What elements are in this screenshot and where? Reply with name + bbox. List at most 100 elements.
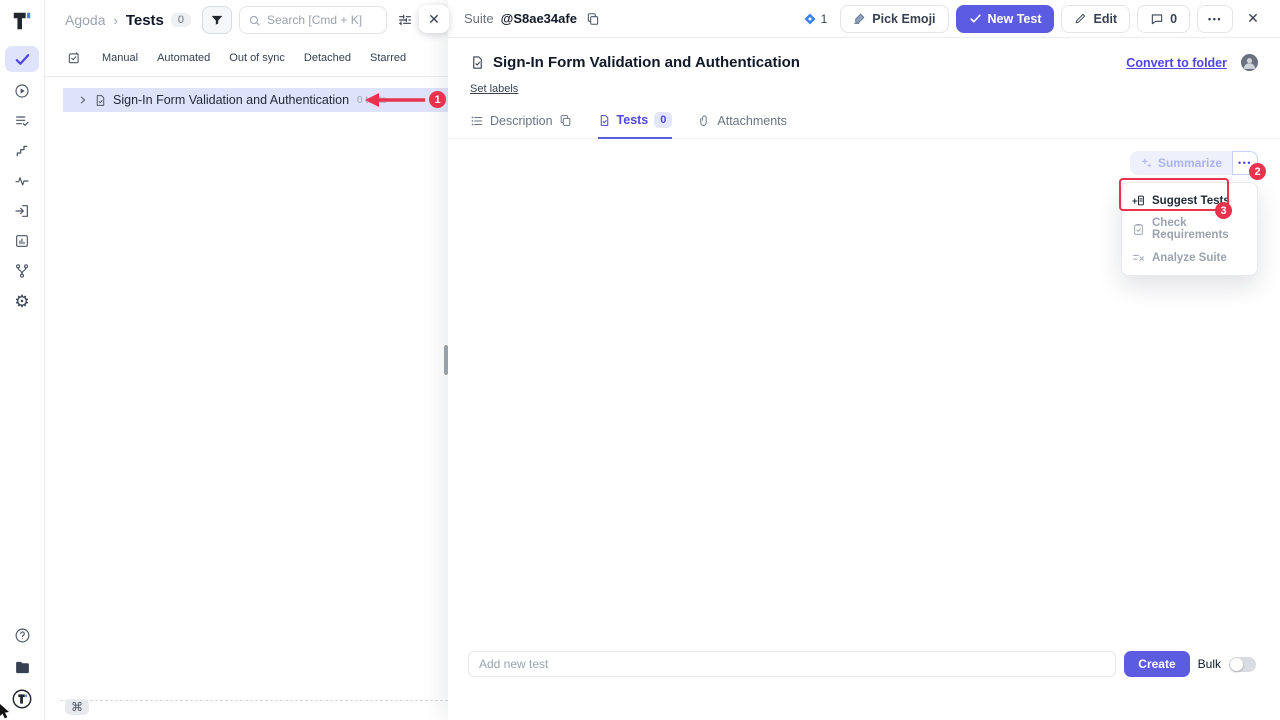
drawer-footer: Create Bulk bbox=[468, 651, 1256, 677]
mouse-cursor bbox=[0, 704, 12, 720]
bulk-label: Bulk bbox=[1198, 657, 1221, 671]
filter-starred[interactable]: Starred bbox=[370, 52, 406, 64]
tab-description-label: Description bbox=[490, 114, 553, 128]
doc-icon bbox=[598, 114, 611, 127]
tab-tests[interactable]: Tests 0 bbox=[598, 112, 673, 139]
suite-title-row: Sign-In Form Validation and Authenticati… bbox=[448, 38, 1280, 71]
left-rail: ⚙ bbox=[0, 0, 45, 720]
rail-steps-icon[interactable] bbox=[7, 140, 37, 162]
suite-id: @S8ae34afe bbox=[501, 11, 577, 26]
sparkles-icon bbox=[1140, 157, 1153, 170]
filter-detached[interactable]: Detached bbox=[304, 52, 351, 64]
breadcrumb-project[interactable]: Agoda bbox=[65, 12, 105, 28]
convert-to-folder-link[interactable]: Convert to folder bbox=[1126, 56, 1227, 70]
rail-import-icon[interactable] bbox=[7, 200, 37, 222]
annotation-badge-2: 2 bbox=[1249, 163, 1266, 180]
filter-button[interactable] bbox=[202, 6, 232, 34]
rail-branches-icon[interactable] bbox=[7, 260, 37, 282]
add-new-test-input[interactable] bbox=[468, 651, 1116, 677]
clipboard-check-icon bbox=[1132, 223, 1145, 236]
search-icon bbox=[248, 14, 261, 27]
search-input[interactable] bbox=[267, 13, 378, 27]
pencil-icon bbox=[1074, 12, 1087, 25]
rail-reports-icon[interactable] bbox=[7, 230, 37, 252]
command-key-badge: ⌘ bbox=[65, 699, 89, 715]
toggle-knob bbox=[1230, 658, 1243, 671]
menu-analyze-label: Analyze Suite bbox=[1152, 252, 1227, 264]
menu-item-analyze-suite[interactable]: Analyze Suite bbox=[1122, 246, 1257, 269]
tab-attachments[interactable]: Attachments bbox=[698, 112, 786, 138]
rail-pulse-icon[interactable] bbox=[7, 170, 37, 192]
funnel-icon bbox=[210, 13, 224, 27]
rail-plans-icon[interactable] bbox=[7, 110, 37, 132]
menu-check-label: Check Requirements bbox=[1152, 217, 1247, 241]
rail-runs-icon[interactable] bbox=[7, 80, 37, 102]
check-icon bbox=[969, 12, 982, 25]
tab-tests-count-badge: 0 bbox=[654, 112, 672, 128]
suite-title: Sign-In Form Validation and Authenticati… bbox=[493, 54, 800, 71]
filter-out-of-sync[interactable]: Out of sync bbox=[229, 52, 285, 64]
paperclip-icon bbox=[698, 114, 711, 127]
projects-folder-icon[interactable] bbox=[7, 656, 37, 678]
create-test-button[interactable]: Create bbox=[1124, 651, 1189, 677]
tree-topbar: Agoda › Tests 0 bbox=[45, 0, 448, 40]
pick-emoji-icon bbox=[853, 12, 866, 25]
breadcrumb-separator: › bbox=[113, 13, 117, 28]
new-test-label: New Test bbox=[988, 12, 1042, 26]
suite-label: Suite bbox=[464, 11, 494, 26]
tab-attachments-label: Attachments bbox=[717, 114, 786, 128]
view-settings-icon[interactable] bbox=[394, 9, 416, 31]
suite-details-drawer: Suite @S8ae34afe 1 Pick Emoji bbox=[448, 0, 1280, 720]
edit-button[interactable]: Edit bbox=[1061, 5, 1130, 33]
summarize-button[interactable]: Summarize bbox=[1130, 151, 1232, 175]
menu-item-check-requirements[interactable]: Check Requirements bbox=[1122, 212, 1257, 246]
new-test-button[interactable]: New Test bbox=[956, 5, 1055, 33]
comments-button[interactable]: 0 bbox=[1137, 5, 1190, 33]
comments-count: 0 bbox=[1170, 12, 1177, 26]
more-dots-icon: ••• bbox=[1208, 14, 1222, 24]
drawer-header: Suite @S8ae34afe 1 Pick Emoji bbox=[448, 0, 1280, 38]
rail-bottom bbox=[7, 624, 37, 710]
comment-icon bbox=[1150, 12, 1164, 26]
suggest-tests-icon bbox=[1132, 194, 1145, 207]
set-labels-link[interactable]: Set labels bbox=[470, 83, 518, 95]
copy-description-icon[interactable] bbox=[559, 114, 572, 127]
edit-label: Edit bbox=[1093, 12, 1117, 26]
header-more-button[interactable]: ••• bbox=[1197, 5, 1233, 33]
tab-description[interactable]: Description bbox=[470, 112, 572, 138]
help-icon[interactable] bbox=[7, 624, 37, 646]
bulk-select-icon[interactable] bbox=[67, 51, 81, 65]
close-drawer-button[interactable]: ✕ bbox=[1240, 6, 1266, 32]
filter-automated[interactable]: Automated bbox=[157, 52, 210, 64]
panel-resize-handle[interactable] bbox=[444, 345, 448, 375]
ai-actions-menu: Suggest Tests Check Requirements Analyze… bbox=[1121, 182, 1258, 276]
suite-doc-icon bbox=[470, 55, 485, 70]
copy-suite-id-button[interactable] bbox=[584, 10, 602, 28]
close-icon: ✕ bbox=[428, 11, 440, 28]
user-avatar[interactable] bbox=[1241, 54, 1258, 71]
rail-settings-icon[interactable]: ⚙ bbox=[7, 290, 37, 312]
analyze-suite-icon bbox=[1132, 251, 1145, 264]
bulk-toggle[interactable] bbox=[1229, 657, 1256, 672]
rail-nav: ⚙ bbox=[5, 46, 39, 312]
rail-tests-icon[interactable] bbox=[5, 46, 39, 72]
pick-emoji-button[interactable]: Pick Emoji bbox=[840, 5, 948, 33]
close-icon: ✕ bbox=[1247, 10, 1259, 27]
menu-item-suggest-tests[interactable]: Suggest Tests bbox=[1122, 189, 1257, 212]
pick-emoji-label: Pick Emoji bbox=[872, 12, 935, 26]
app-root: ⚙ Agoda › Tests 0 bbox=[0, 0, 1280, 720]
suite-doc-icon bbox=[94, 94, 107, 107]
annotation-badge-1: 1 bbox=[429, 91, 446, 108]
filter-manual[interactable]: Manual bbox=[102, 52, 138, 64]
tests-tree-panel: Agoda › Tests 0 Manual bbox=[45, 0, 448, 720]
app-logo-icon[interactable] bbox=[9, 8, 35, 34]
gem-count: 1 bbox=[821, 12, 828, 26]
chevron-right-icon[interactable] bbox=[78, 95, 88, 105]
collapse-panel-button[interactable]: ✕ bbox=[419, 5, 449, 33]
annotation-arrow-1 bbox=[365, 90, 429, 110]
tests-count-badge: 0 bbox=[171, 13, 191, 27]
summarize-control: Summarize ••• bbox=[1130, 151, 1258, 175]
list-icon bbox=[470, 114, 484, 128]
drawer-tabs: Description Tests 0 Attachments bbox=[448, 112, 1280, 139]
tree-footer: ⌘ bbox=[60, 700, 448, 714]
